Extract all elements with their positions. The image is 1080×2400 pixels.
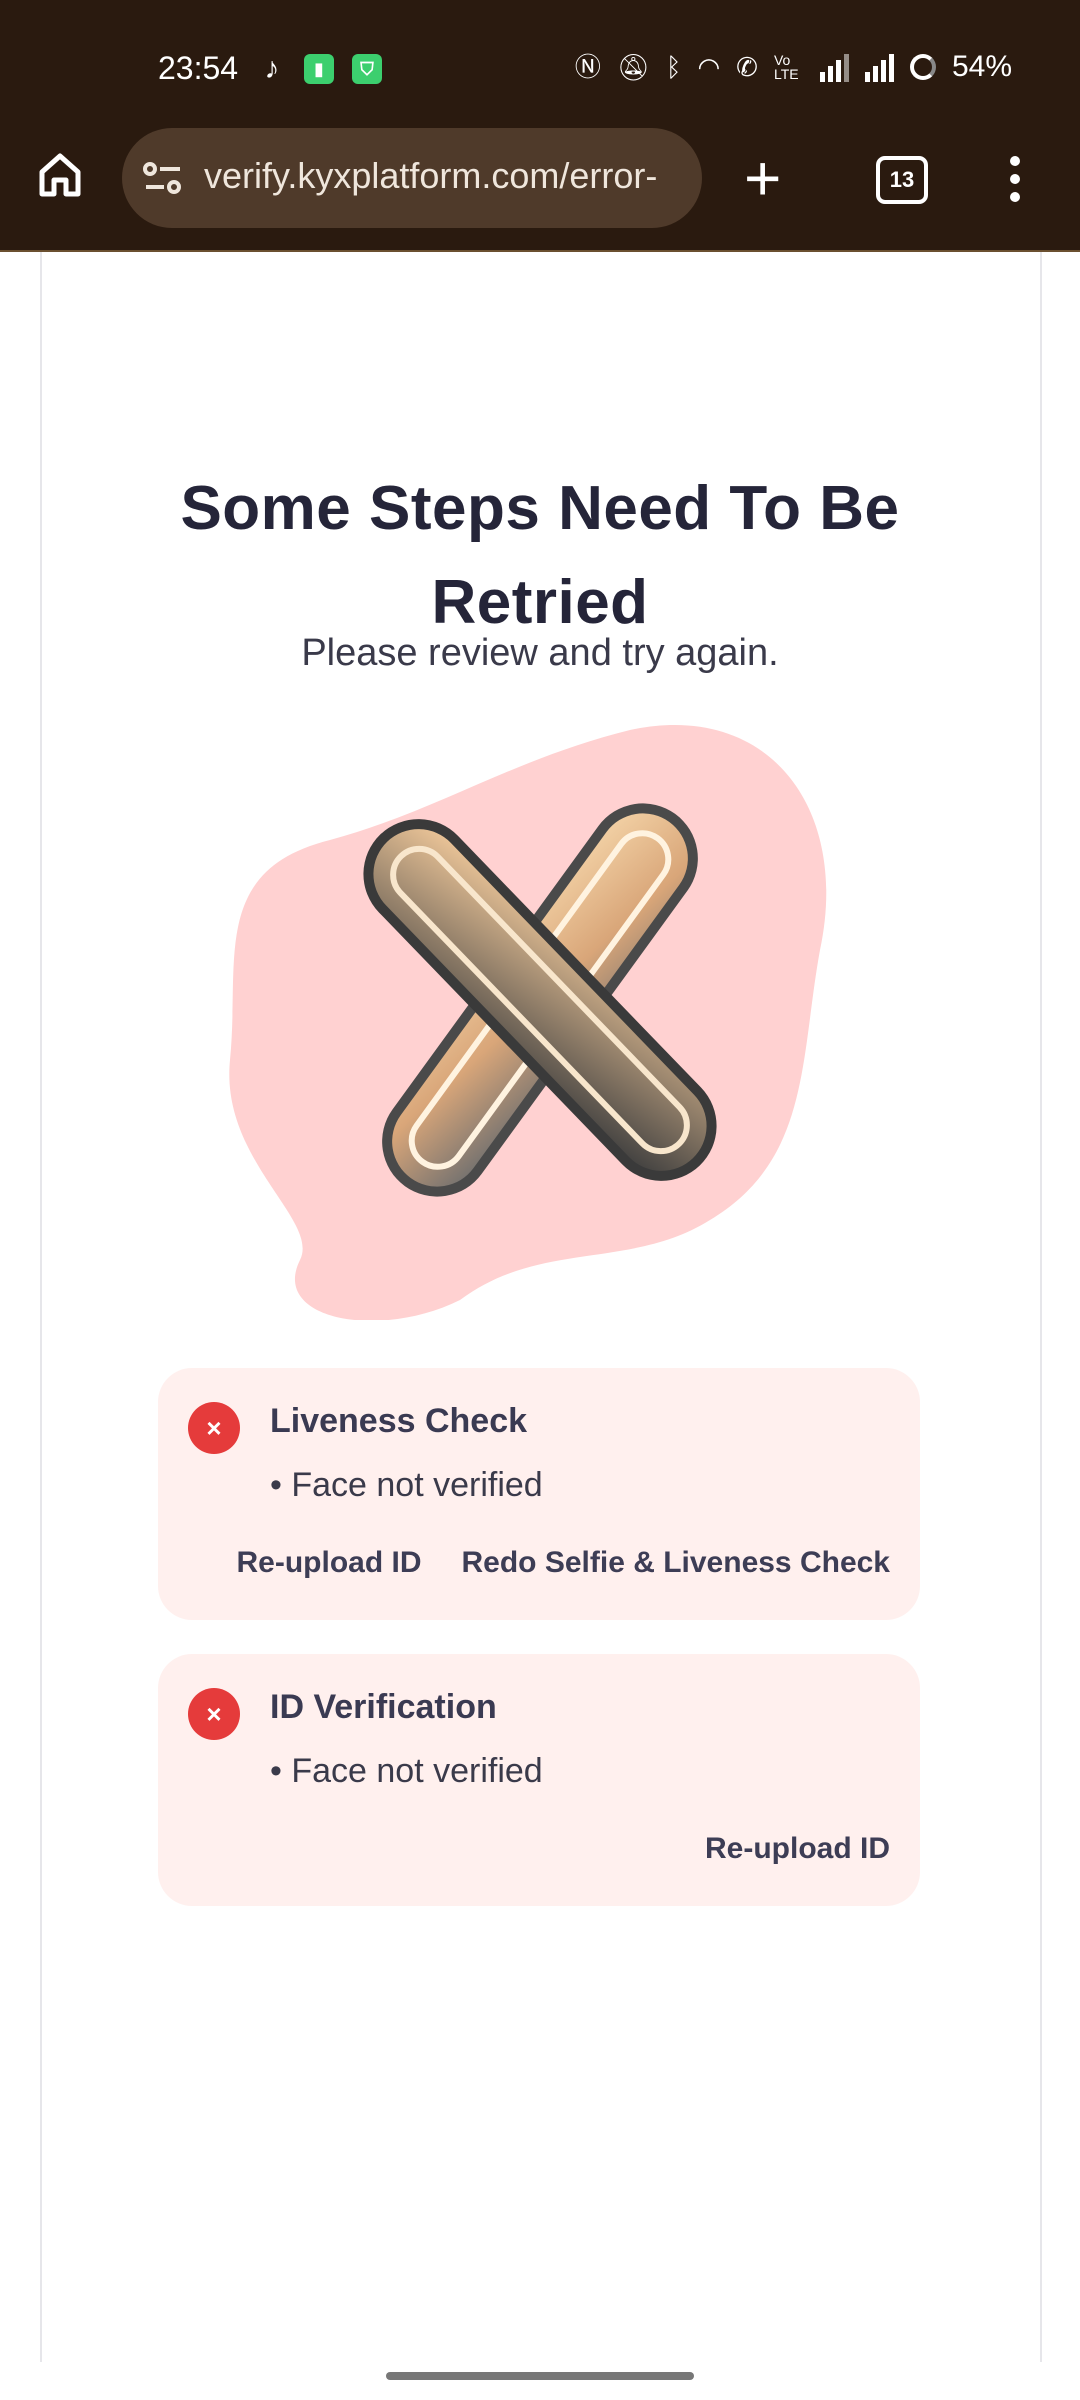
- signal-icon: [864, 52, 894, 82]
- mute-icon: 🔕︎: [616, 52, 650, 82]
- page-subtitle: Please review and try again.: [301, 632, 779, 674]
- error-x-illustration: [229, 725, 827, 1320]
- notification-icons: ♪ ▮ ⛉: [258, 52, 382, 85]
- bluetooth-icon: ᛒ: [665, 52, 682, 82]
- battery-percent: 54%: [951, 50, 1012, 83]
- reupload-id-link[interactable]: Re-upload ID: [705, 1832, 890, 1866]
- battery-icon: [909, 54, 936, 80]
- system-icons: Ⓝ 🔕︎ ᛒ ◠ ✆ Vo LTE 54%: [575, 50, 1012, 84]
- volte-icon: Vo LTE: [773, 52, 799, 82]
- check-title: Liveness Check: [270, 1402, 528, 1440]
- nfc-icon: Ⓝ: [574, 52, 601, 82]
- home-icon[interactable]: [36, 150, 84, 203]
- reupload-id-link[interactable]: Re-upload ID: [237, 1546, 422, 1580]
- more-menu-icon[interactable]: [1010, 156, 1020, 202]
- page-title: Some Steps Need To Be Retried: [180, 473, 900, 637]
- tab-switcher-button[interactable]: 13: [876, 156, 928, 204]
- battery-app-icon: ▮: [304, 54, 334, 84]
- shield-app-icon: ⛉: [352, 54, 382, 84]
- liveness-check-card: × Liveness Check • Face not verified Re-…: [158, 1368, 920, 1620]
- new-tab-button[interactable]: +: [744, 146, 781, 210]
- status-time: 23:54: [158, 50, 239, 86]
- address-bar[interactable]: verify.kyxplatform.com/error-: [122, 128, 702, 228]
- url-text[interactable]: verify.kyxplatform.com/error-: [204, 155, 657, 197]
- tiktok-icon: ♪: [264, 52, 280, 85]
- signal-icon: [819, 52, 849, 82]
- check-detail: • Face not verified: [270, 1466, 543, 1504]
- redo-selfie-liveness-link[interactable]: Redo Selfie & Liveness Check: [462, 1546, 891, 1580]
- status-bar: 23:54 ♪ ▮ ⛉ Ⓝ 🔕︎ ᛒ ◠ ✆ Vo LTE 54%: [0, 0, 1080, 140]
- gesture-home-indicator[interactable]: [386, 2372, 694, 2380]
- wifi-icon: ◠: [697, 52, 721, 82]
- error-x-icon: ×: [188, 1402, 240, 1454]
- wifi-calling-icon: ✆: [736, 52, 758, 82]
- id-verification-card: × ID Verification • Face not verified Re…: [158, 1654, 920, 1906]
- site-settings-icon[interactable]: [142, 160, 184, 201]
- card-actions: Re-upload ID Redo Selfie & Liveness Chec…: [237, 1546, 891, 1580]
- check-title: ID Verification: [270, 1688, 497, 1726]
- check-detail: • Face not verified: [270, 1752, 543, 1790]
- error-x-icon: ×: [188, 1688, 240, 1740]
- card-actions: Re-upload ID: [705, 1832, 890, 1866]
